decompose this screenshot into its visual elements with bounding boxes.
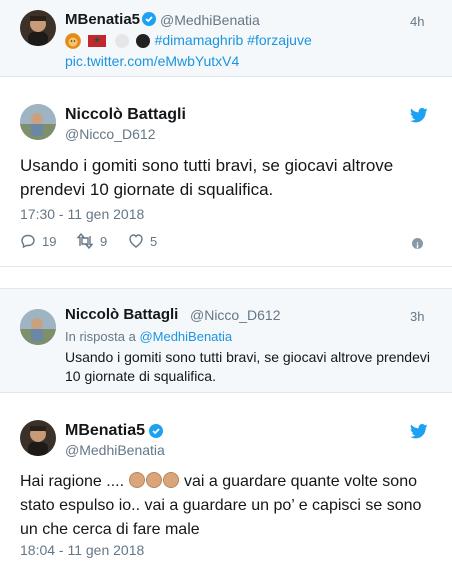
reply-to-link[interactable]: @MedhiBenatia <box>139 329 232 344</box>
display-name[interactable]: MBenatia5 <box>65 11 140 28</box>
hashtags[interactable]: #dimamaghrib #forzajuve <box>155 32 312 48</box>
avatar[interactable] <box>20 104 56 140</box>
like-button[interactable]: 5 <box>128 233 157 249</box>
white-circle-icon <box>114 34 129 49</box>
clapping-hands-icon <box>128 472 180 490</box>
retweet-count: 9 <box>100 233 108 249</box>
retweet-icon <box>76 233 94 249</box>
reply-prefix: In risposta a <box>65 329 140 344</box>
tweet-text-line-2: 10 giornate di squalifica. <box>65 368 216 384</box>
tweet-text: Hai ragione .... vai a guardare quante v… <box>20 470 445 542</box>
tweet-text-part-1: Hai ragione .... <box>20 473 129 490</box>
display-name[interactable]: MBenatia5 <box>65 422 145 440</box>
divider <box>0 76 452 77</box>
handle[interactable]: @MedhiBenatia <box>160 12 260 28</box>
info-icon[interactable] <box>412 238 423 249</box>
tweet-timestamp[interactable]: 17:30 - 11 gen 2018 <box>20 206 144 222</box>
like-count: 5 <box>150 233 158 249</box>
divider <box>0 392 452 393</box>
display-name[interactable]: Niccolò Battagli <box>65 106 186 124</box>
reply-icon <box>21 234 35 249</box>
tweet-time[interactable]: 3h <box>410 309 424 324</box>
tweet-card-3[interactable]: Niccolò Battagli @Nicco_D612 3h In rispo… <box>0 288 452 392</box>
morocco-flag-icon <box>87 35 106 48</box>
tweet-card-4[interactable]: MBenatia5 @MedhiBenatia Hai ragione ....… <box>0 404 452 565</box>
divider <box>0 266 452 267</box>
verified-badge-icon <box>142 12 156 26</box>
handle[interactable]: @Nicco_D612 <box>190 307 280 323</box>
tweet-card-1[interactable]: MBenatia5 @MedhiBenatia 4h #dimamaghrib … <box>0 0 452 76</box>
reply-context: In risposta a @MedhiBenatia <box>65 329 232 344</box>
tweet-text-line-1: Usando i gomiti sono tutti bravi, se gio… <box>65 349 430 365</box>
black-circle-icon <box>135 34 150 49</box>
handle[interactable]: @MedhiBenatia <box>65 442 165 458</box>
verified-badge-icon <box>149 424 163 438</box>
tweet-card-2[interactable]: Niccolò Battagli @Nicco_D612 Usando i go… <box>0 88 452 266</box>
avatar[interactable] <box>20 309 56 345</box>
heart-icon <box>129 234 143 248</box>
handle[interactable]: @Nicco_D612 <box>65 126 155 142</box>
tweet-text-line-2: stato espulso io.. vai a guardare un po’… <box>20 497 422 514</box>
tweet-text: Usando i gomiti sono tutti bravi, se gio… <box>20 156 394 199</box>
lion-emoji-icon <box>65 33 81 50</box>
tweet-timestamp[interactable]: 18:04 - 11 gen 2018 <box>20 542 144 558</box>
twitter-bird-icon[interactable] <box>409 108 428 128</box>
avatar[interactable] <box>20 420 56 456</box>
tweet-text: #dimamaghrib #forzajuve <box>65 31 312 50</box>
tweet-time[interactable]: 4h <box>410 14 424 29</box>
retweet-button[interactable]: 9 <box>76 233 107 249</box>
twitter-bird-icon[interactable] <box>409 424 428 444</box>
media-link[interactable]: pic.twitter.com/eMwbYutxV4 <box>65 53 239 69</box>
avatar[interactable] <box>20 10 56 46</box>
reply-button[interactable]: 19 <box>20 233 56 249</box>
display-name[interactable]: Niccolò Battagli <box>65 306 178 323</box>
tweet-text-line-3: un che cerca di fare male <box>20 521 200 538</box>
tweet-text-part-2: vai a guardare quante volte sono <box>179 473 417 490</box>
reply-count: 19 <box>42 233 57 249</box>
